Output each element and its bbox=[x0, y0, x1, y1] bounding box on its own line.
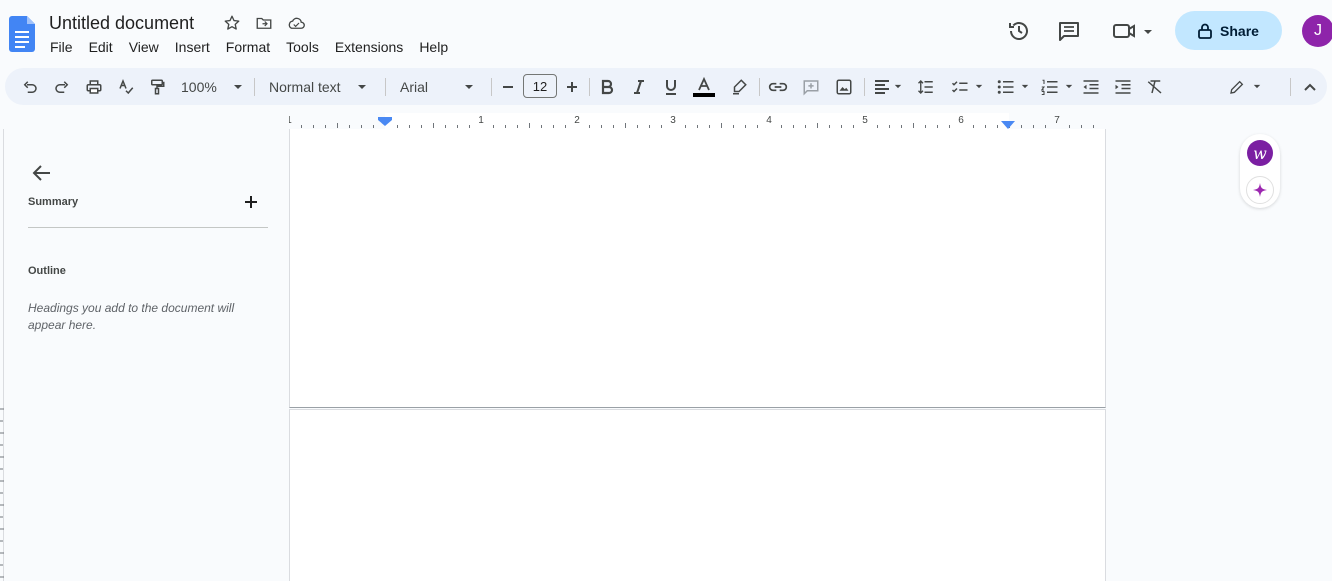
line-spacing-icon[interactable] bbox=[915, 74, 937, 99]
divider bbox=[759, 78, 760, 96]
divider bbox=[491, 78, 492, 96]
ruler-label: 5 bbox=[862, 115, 868, 126]
divider bbox=[589, 78, 590, 96]
document-page[interactable] bbox=[289, 409, 1106, 581]
document-outline-panel: Summary Outline Headings you add to the … bbox=[4, 130, 288, 581]
divider bbox=[864, 78, 865, 96]
decrease-indent-icon[interactable] bbox=[1080, 74, 1102, 99]
docs-logo-icon[interactable] bbox=[9, 16, 35, 52]
ruler-label: 3 bbox=[670, 115, 676, 126]
move-folder-icon[interactable] bbox=[254, 13, 274, 33]
collapse-menus-icon[interactable] bbox=[1300, 74, 1320, 99]
share-label: Share bbox=[1220, 22, 1259, 39]
add-summary-icon[interactable] bbox=[242, 193, 260, 211]
align-left-icon bbox=[875, 79, 889, 94]
vertical-ruler bbox=[0, 408, 4, 578]
menu-bar: File Edit View Insert Format Tools Exten… bbox=[42, 38, 456, 56]
bulleted-list-icon bbox=[997, 79, 1014, 94]
editing-mode-select[interactable] bbox=[1225, 74, 1265, 99]
paint-format-icon[interactable] bbox=[146, 74, 168, 99]
checklist-icon bbox=[951, 80, 968, 93]
chevron-down-icon bbox=[1065, 84, 1073, 89]
font-value: Arial bbox=[400, 78, 429, 95]
increase-indent-icon[interactable] bbox=[1112, 74, 1134, 99]
menu-edit[interactable]: Edit bbox=[81, 38, 121, 56]
bold-icon[interactable] bbox=[597, 74, 617, 99]
outline-heading: Outline bbox=[28, 265, 66, 277]
toolbar: 100% Normal text Arial 12 bbox=[5, 68, 1327, 105]
ruler-label: 2 bbox=[574, 115, 580, 126]
menu-format[interactable]: Format bbox=[218, 38, 278, 56]
ruler-label: 1 bbox=[478, 115, 484, 126]
underline-icon[interactable] bbox=[661, 74, 681, 99]
ruler-label: 4 bbox=[766, 115, 772, 126]
chevron-down-icon bbox=[465, 84, 473, 89]
menu-view[interactable]: View bbox=[121, 38, 167, 56]
undo-icon[interactable] bbox=[19, 74, 41, 99]
summary-heading: Summary bbox=[28, 196, 79, 208]
chevron-down-icon bbox=[234, 84, 242, 89]
cloud-saved-icon[interactable] bbox=[286, 13, 306, 33]
sparkle-icon[interactable] bbox=[1246, 176, 1274, 204]
chevron-down-icon bbox=[975, 84, 983, 89]
font-select[interactable]: Arial bbox=[394, 74, 480, 99]
back-arrow-icon[interactable] bbox=[30, 162, 54, 184]
star-icon[interactable] bbox=[222, 13, 242, 33]
add-comment-icon[interactable] bbox=[800, 74, 822, 99]
divider bbox=[1290, 78, 1291, 96]
lock-icon bbox=[1198, 23, 1212, 39]
menu-tools[interactable]: Tools bbox=[278, 38, 327, 56]
numbered-list-icon bbox=[1041, 79, 1058, 95]
document-page[interactable] bbox=[289, 129, 1106, 408]
menu-help[interactable]: Help bbox=[411, 38, 456, 56]
side-panel-widget: w bbox=[1240, 134, 1280, 208]
bulleted-list-select[interactable] bbox=[993, 74, 1033, 99]
redo-icon[interactable] bbox=[51, 74, 73, 99]
paragraph-style-value: Normal text bbox=[269, 78, 341, 95]
ruler-label: 6 bbox=[958, 115, 964, 126]
italic-icon[interactable] bbox=[629, 74, 649, 99]
addon-logo-icon[interactable]: w bbox=[1247, 140, 1273, 166]
ruler-label: 1 bbox=[289, 115, 292, 126]
comments-icon[interactable] bbox=[1056, 18, 1082, 44]
paragraph-style-select[interactable]: Normal text bbox=[263, 74, 373, 99]
chevron-down-icon bbox=[358, 84, 366, 89]
highlight-color-icon[interactable] bbox=[728, 74, 750, 99]
clear-formatting-icon[interactable] bbox=[1144, 74, 1166, 99]
top-bar: Untitled document File Edit View Insert … bbox=[0, 0, 1332, 66]
document-title[interactable]: Untitled document bbox=[49, 12, 194, 34]
spellcheck-icon[interactable] bbox=[115, 74, 137, 99]
outline-hint: Headings you add to the document will ap… bbox=[28, 301, 235, 332]
menu-insert[interactable]: Insert bbox=[167, 38, 218, 56]
pencil-icon bbox=[1230, 80, 1244, 94]
text-color-icon[interactable] bbox=[693, 74, 715, 99]
avatar[interactable]: J bbox=[1302, 15, 1332, 47]
insert-link-icon[interactable] bbox=[767, 74, 789, 99]
menu-extensions[interactable]: Extensions bbox=[327, 38, 411, 56]
numbered-list-select[interactable] bbox=[1037, 74, 1077, 99]
checklist-select[interactable] bbox=[947, 74, 987, 99]
zoom-select[interactable]: 100% bbox=[177, 74, 247, 99]
insert-image-icon[interactable] bbox=[833, 74, 855, 99]
increase-font-size-icon[interactable] bbox=[562, 74, 582, 99]
divider bbox=[254, 78, 255, 96]
ruler-label: 7 bbox=[1054, 115, 1060, 126]
share-button[interactable]: Share bbox=[1175, 11, 1282, 50]
decrease-font-size-icon[interactable] bbox=[498, 74, 518, 99]
font-size-input[interactable]: 12 bbox=[523, 74, 557, 98]
divider bbox=[28, 227, 268, 228]
chevron-down-icon bbox=[1021, 84, 1029, 89]
horizontal-ruler[interactable]: 1 1 2 3 4 5 6 7 bbox=[289, 113, 1105, 129]
chevron-down-icon bbox=[1253, 84, 1261, 89]
print-icon[interactable] bbox=[83, 74, 105, 99]
divider bbox=[385, 78, 386, 96]
version-history-icon[interactable] bbox=[1006, 18, 1032, 44]
menu-file[interactable]: File bbox=[42, 38, 81, 56]
zoom-value: 100% bbox=[181, 78, 217, 95]
align-select[interactable] bbox=[871, 74, 905, 99]
meet-icon[interactable] bbox=[1110, 18, 1156, 44]
chevron-down-icon bbox=[894, 84, 902, 89]
